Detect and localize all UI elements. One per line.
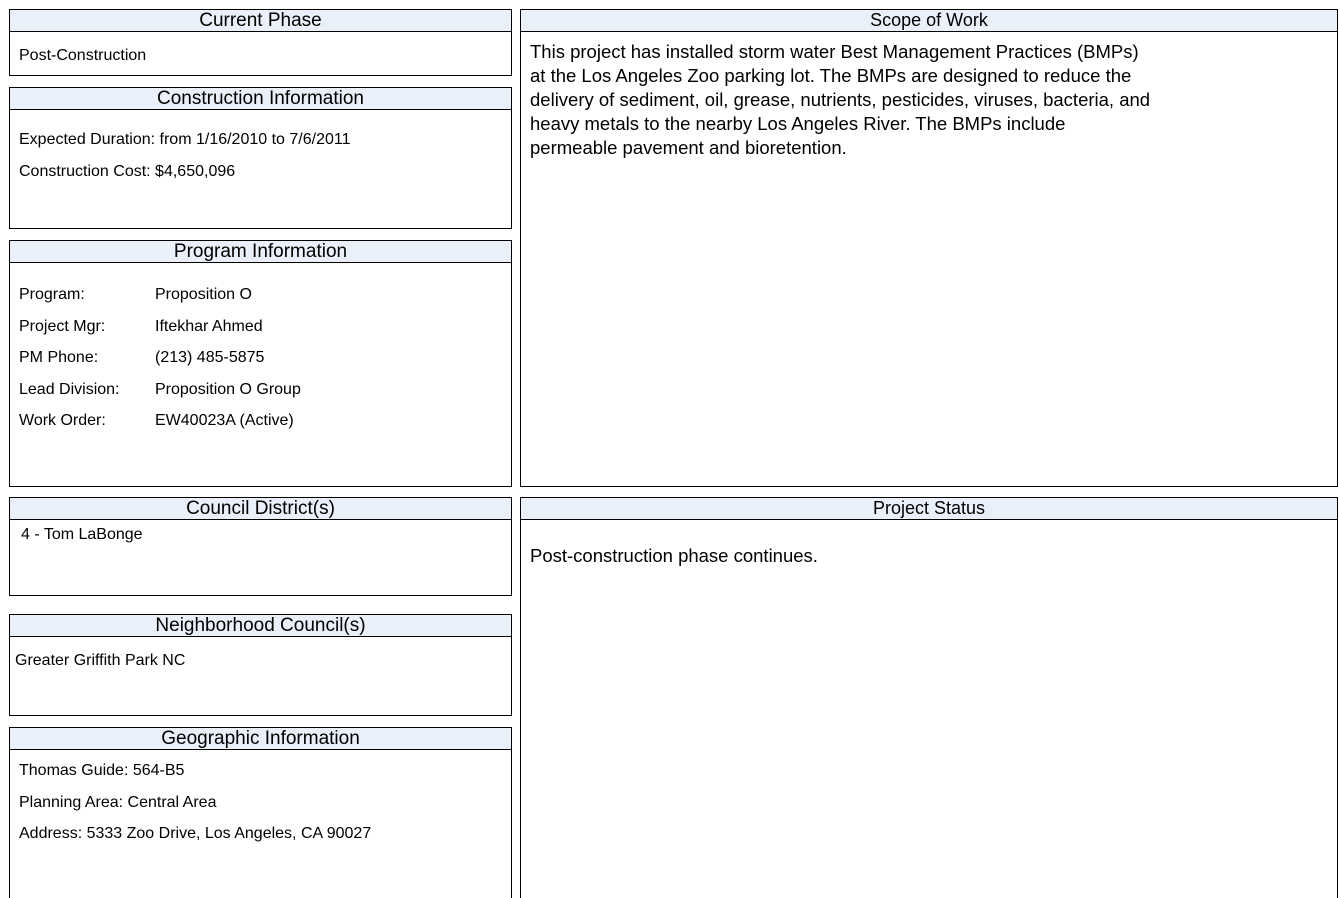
construction-info-title: Construction Information bbox=[10, 88, 511, 110]
program-value: Proposition O bbox=[155, 286, 252, 303]
scope-of-work-text: This project has installed storm water B… bbox=[530, 41, 1151, 158]
current-phase-value: Post-Construction bbox=[19, 47, 147, 64]
neighborhood-council-value: Greater Griffith Park NC bbox=[15, 652, 186, 669]
council-districts-title: Council District(s) bbox=[10, 498, 511, 520]
project-status-text: Post-construction phase continues. bbox=[530, 545, 818, 566]
work-order-label: Work Order: bbox=[19, 412, 106, 429]
address: Address: 5333 Zoo Drive, Los Angeles, CA… bbox=[19, 825, 372, 842]
project-mgr-label: Project Mgr: bbox=[19, 318, 106, 335]
council-district-value: 4 - Tom LaBonge bbox=[21, 526, 143, 543]
program-label: Program: bbox=[19, 286, 85, 303]
council-districts-panel: Council District(s) 4 - Tom LaBonge bbox=[9, 497, 512, 596]
construction-info-panel: Construction Information Expected Durati… bbox=[9, 87, 512, 229]
expected-duration: Expected Duration: from 1/16/2010 to 7/6… bbox=[19, 131, 351, 148]
program-info-title: Program Information bbox=[10, 241, 511, 263]
thomas-guide: Thomas Guide: 564-B5 bbox=[19, 762, 185, 779]
scope-of-work-panel: Scope of Work This project has installed… bbox=[520, 9, 1338, 487]
project-status-panel: Project Status Post-construction phase c… bbox=[520, 497, 1338, 898]
work-order-value: EW40023A (Active) bbox=[155, 412, 294, 429]
geographic-info-title: Geographic Information bbox=[10, 728, 511, 750]
project-status-title: Project Status bbox=[521, 498, 1337, 520]
planning-area: Planning Area: Central Area bbox=[19, 794, 217, 811]
current-phase-title: Current Phase bbox=[10, 10, 511, 32]
lead-division-value: Proposition O Group bbox=[155, 381, 301, 398]
project-mgr-value: Iftekhar Ahmed bbox=[155, 318, 263, 335]
program-info-panel: Program Information Program: Proposition… bbox=[9, 240, 512, 487]
neighborhood-councils-panel: Neighborhood Council(s) Greater Griffith… bbox=[9, 614, 512, 716]
pm-phone-label: PM Phone: bbox=[19, 349, 99, 366]
lead-division-label: Lead Division: bbox=[19, 381, 120, 398]
scope-of-work-title: Scope of Work bbox=[521, 10, 1337, 32]
neighborhood-councils-title: Neighborhood Council(s) bbox=[10, 615, 511, 637]
pm-phone-value: (213) 485-5875 bbox=[155, 349, 265, 366]
current-phase-panel: Current Phase Post-Construction bbox=[9, 9, 512, 76]
geographic-info-panel: Geographic Information Thomas Guide: 564… bbox=[9, 727, 512, 898]
construction-cost: Construction Cost: $4,650,096 bbox=[19, 163, 236, 180]
